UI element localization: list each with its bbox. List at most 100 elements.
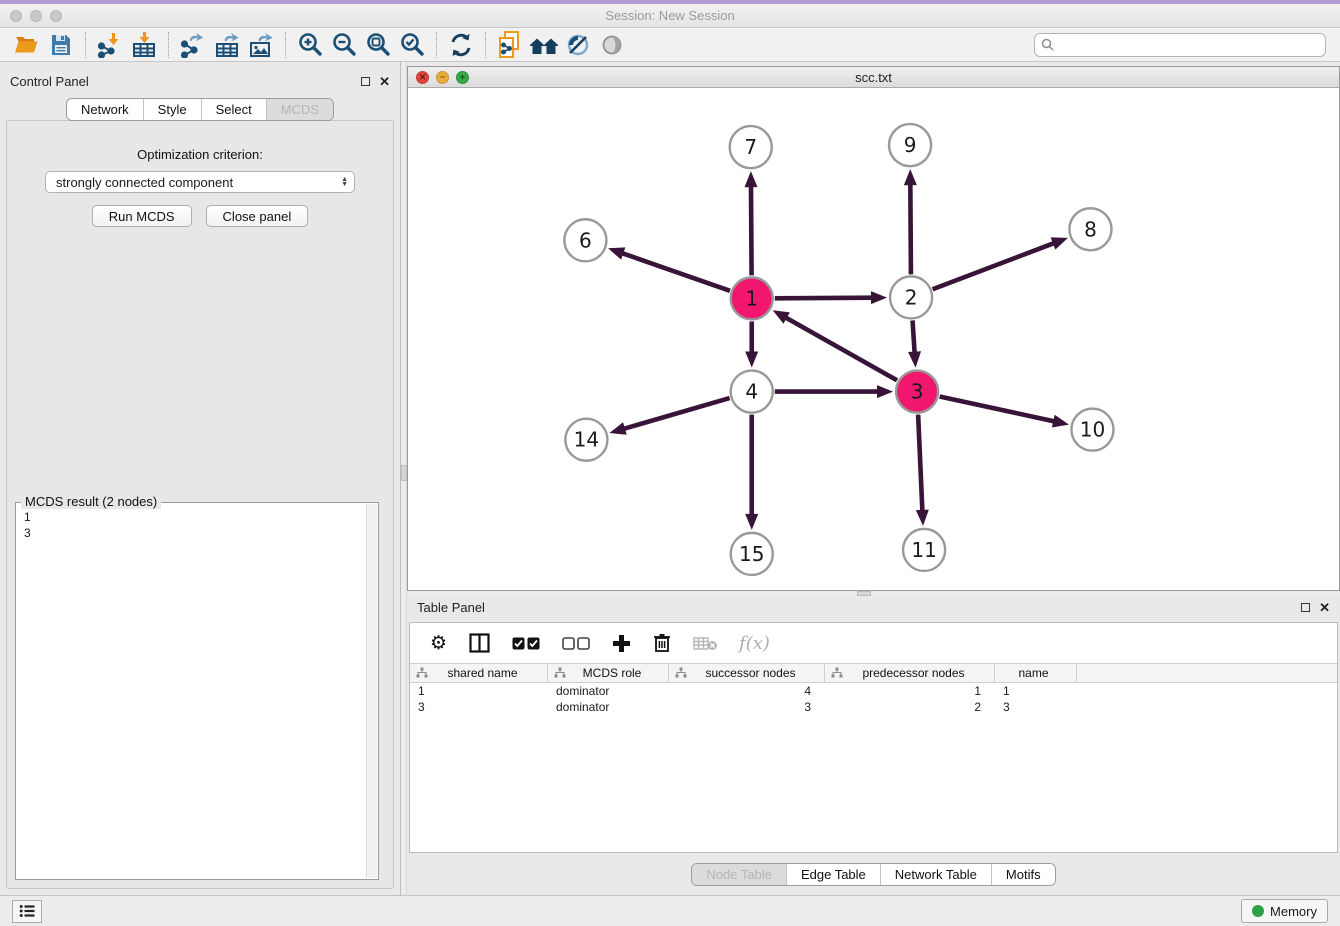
edge-1-7[interactable] [751, 184, 752, 275]
tab-network[interactable]: Network [67, 99, 144, 120]
edge-4-14[interactable] [622, 398, 730, 429]
run-mcds-button[interactable]: Run MCDS [92, 205, 192, 227]
first-neighbors-button[interactable] [527, 30, 561, 60]
cell-MCDS-role[interactable]: dominator [548, 700, 669, 714]
zoom-fit-button[interactable] [361, 30, 395, 60]
export-network-button[interactable] [176, 30, 210, 60]
dropdown-stepper-icon: ▲▼ [341, 177, 348, 187]
tab-select[interactable]: Select [202, 99, 267, 120]
search-field[interactable] [1034, 33, 1326, 57]
table-row[interactable]: 1dominator411 [410, 683, 1337, 699]
table-rows[interactable]: 1dominator4113dominator323 [410, 683, 1337, 715]
node-label-4: 4 [745, 380, 758, 404]
network-graph[interactable]: 7968124314101511 [408, 88, 1339, 590]
tab-edge-table[interactable]: Edge Table [787, 864, 881, 885]
zoom-out-button[interactable] [327, 30, 361, 60]
split-panel-icon[interactable] [469, 633, 490, 653]
column-header-label: MCDS role [566, 666, 668, 680]
result-item[interactable]: 1 [24, 509, 359, 525]
search-input[interactable] [1058, 38, 1319, 52]
float-panel-icon[interactable] [361, 77, 370, 86]
hide-selected-button[interactable] [561, 30, 595, 60]
cell-predecessor-nodes[interactable]: 1 [825, 684, 995, 698]
cell-predecessor-nodes[interactable]: 2 [825, 700, 995, 714]
column-header-MCDS-role[interactable]: MCDS role [548, 664, 669, 682]
search-icon [1041, 38, 1054, 51]
edge-1-6[interactable] [620, 253, 730, 291]
edge-2-8[interactable] [933, 242, 1056, 289]
network-canvas[interactable]: 7968124314101511 [408, 88, 1339, 590]
edge-1-2[interactable] [775, 298, 874, 299]
minimize-window-button[interactable] [30, 10, 42, 22]
edge-arrowhead [1052, 415, 1069, 428]
node-table-container: ⚙ [409, 622, 1338, 853]
delete-column-icon[interactable] [653, 633, 671, 653]
close-panel-button[interactable]: Close panel [206, 205, 309, 227]
network-window: ✕ − + scc.txt 7968124314101511 [407, 66, 1340, 591]
window-controls[interactable] [10, 10, 62, 22]
import-network-button[interactable] [93, 30, 127, 60]
memory-button[interactable]: Memory [1241, 899, 1328, 923]
edge-2-9[interactable] [910, 182, 911, 274]
splitter-handle[interactable] [401, 465, 407, 481]
open-file-button[interactable] [10, 30, 44, 60]
vertical-splitter[interactable] [400, 62, 407, 895]
column-header-successor-nodes[interactable]: successor nodes [669, 664, 825, 682]
save-session-button[interactable] [44, 30, 78, 60]
mcds-result-list[interactable]: 13 [18, 505, 365, 877]
result-scrollbar[interactable] [366, 504, 377, 878]
zoom-selected-button[interactable] [395, 30, 429, 60]
cell-successor-nodes[interactable]: 4 [669, 684, 825, 698]
deselect-all-checkboxes-icon[interactable] [562, 637, 590, 650]
node-label-14: 14 [574, 428, 600, 452]
select-all-checkboxes-icon[interactable] [512, 637, 540, 650]
table-settings-icon[interactable]: ⚙ [430, 632, 447, 654]
apply-layout-button[interactable] [444, 30, 478, 60]
cell-name[interactable]: 1 [995, 684, 1077, 698]
edge-3-11[interactable] [918, 415, 922, 513]
column-header-shared-name[interactable]: shared name [410, 664, 548, 682]
criterion-dropdown-value: strongly connected component [56, 175, 233, 190]
splitter-handle[interactable] [857, 591, 871, 596]
export-image-button[interactable] [244, 30, 278, 60]
edge-3-1[interactable] [784, 317, 897, 381]
table-row[interactable]: 3dominator323 [410, 699, 1337, 715]
node-label-11: 11 [911, 538, 937, 562]
horizontal-splitter[interactable] [407, 591, 1340, 596]
export-table-button[interactable] [210, 30, 244, 60]
close-window-button[interactable] [10, 10, 22, 22]
result-item[interactable]: 3 [24, 525, 359, 541]
close-panel-icon[interactable]: ✕ [379, 75, 390, 88]
network-minimize-button[interactable]: − [436, 71, 449, 84]
tab-motifs[interactable]: Motifs [992, 864, 1055, 885]
close-panel-icon[interactable]: ✕ [1319, 601, 1330, 614]
cell-MCDS-role[interactable]: dominator [548, 684, 669, 698]
task-history-button[interactable] [12, 900, 42, 923]
tab-style[interactable]: Style [144, 99, 202, 120]
edge-arrowhead [745, 352, 758, 368]
column-header-name[interactable]: name [995, 664, 1077, 682]
show-hidden-button[interactable] [595, 30, 629, 60]
network-close-button[interactable]: ✕ [416, 71, 429, 84]
tab-mcds[interactable]: MCDS [267, 99, 333, 120]
cell-name[interactable]: 3 [995, 700, 1077, 714]
import-table-button[interactable] [127, 30, 161, 60]
edge-3-10[interactable] [940, 396, 1057, 421]
cell-shared-name[interactable]: 3 [410, 700, 548, 714]
cell-shared-name[interactable]: 1 [410, 684, 548, 698]
zoom-in-button[interactable] [293, 30, 327, 60]
add-column-icon[interactable] [612, 634, 631, 653]
network-maximize-button[interactable]: + [456, 71, 469, 84]
table-header-row[interactable]: shared name MCDS rolesuccessor nodesprede… [410, 663, 1337, 683]
network-from-selection-button[interactable] [493, 30, 527, 60]
float-panel-icon[interactable] [1301, 603, 1310, 612]
edge-2-3[interactable] [913, 320, 915, 354]
tab-node-table[interactable]: Node Table [692, 864, 787, 885]
edge-arrowhead [904, 169, 917, 185]
cell-successor-nodes[interactable]: 3 [669, 700, 825, 714]
tab-network-table[interactable]: Network Table [881, 864, 992, 885]
maximize-window-button[interactable] [50, 10, 62, 22]
node-label-15: 15 [739, 542, 765, 566]
criterion-dropdown[interactable]: strongly connected component ▲▼ [45, 171, 355, 193]
column-header-predecessor-nodes[interactable]: predecessor nodes [825, 664, 995, 682]
